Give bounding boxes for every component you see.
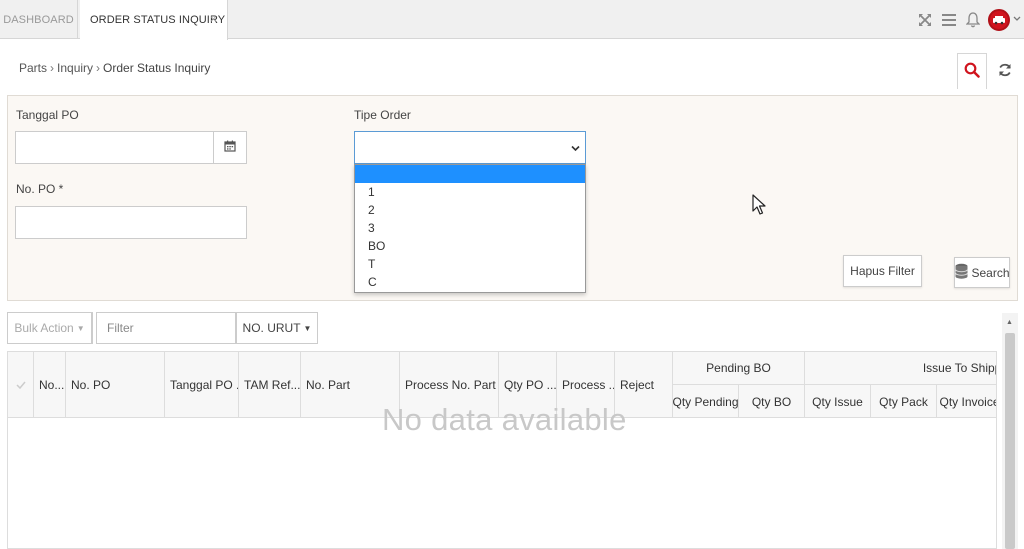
- dropdown-option[interactable]: BO: [355, 237, 585, 255]
- search-toggle-button[interactable]: [957, 53, 987, 89]
- column-header[interactable]: Qty Pending: [673, 385, 739, 418]
- mouse-cursor-icon: [752, 194, 766, 219]
- breadcrumb-current: Order Status Inquiry: [103, 61, 211, 75]
- search-icon: [964, 62, 980, 81]
- select-all-checkbox[interactable]: [8, 352, 34, 418]
- calendar-icon: [224, 140, 236, 155]
- tab-label: ORDER STATUS INQUIRY: [90, 14, 226, 26]
- dropdown-option[interactable]: [355, 165, 585, 183]
- close-icon[interactable]: ×: [210, 12, 217, 26]
- dropdown-option[interactable]: 2: [355, 201, 585, 219]
- chevron-right-icon: ›: [50, 61, 55, 75]
- menu-icon[interactable]: [938, 9, 960, 31]
- bell-icon[interactable]: [962, 9, 984, 31]
- column-header[interactable]: No....: [34, 352, 66, 418]
- tipe-order-select[interactable]: [354, 131, 586, 164]
- search-button-label: Search: [971, 265, 1010, 280]
- tanggal-po-label: Tanggal PO: [16, 108, 79, 122]
- tab-dashboard[interactable]: DASHBOARD: [0, 0, 78, 39]
- tanggal-po-input[interactable]: [15, 131, 214, 164]
- bulk-action-button[interactable]: Bulk Action ▼: [8, 313, 92, 343]
- refresh-icon: [998, 63, 1012, 80]
- column-header[interactable]: TAM Ref...: [239, 352, 301, 418]
- column-header[interactable]: Qty BO: [739, 385, 805, 418]
- table-filter-input[interactable]: Filter: [96, 312, 236, 344]
- dropdown-option[interactable]: C: [355, 273, 585, 291]
- tab-bar: DASHBOARD ORDER STATUS INQUIRY ×: [0, 0, 1024, 40]
- no-po-label: No. PO *: [16, 182, 64, 196]
- search-button[interactable]: Search: [954, 257, 1010, 288]
- dropdown-option[interactable]: T: [355, 255, 585, 273]
- chevron-right-icon: ›: [96, 61, 101, 75]
- column-header[interactable]: Tanggal PO ...: [165, 352, 239, 418]
- column-header[interactable]: No. PO: [66, 352, 165, 418]
- breadcrumb: Parts › Inquiry › Order Status Inquiry: [19, 61, 210, 75]
- bulk-action-group: Bulk Action ▼: [7, 312, 93, 344]
- column-header[interactable]: Qty Pack: [871, 385, 937, 418]
- breadcrumb-inquiry[interactable]: Inquiry: [57, 61, 93, 75]
- database-icon: [954, 263, 969, 283]
- data-table: No.... No. PO Tanggal PO ... TAM Ref... …: [7, 351, 997, 549]
- scrollbar-thumb[interactable]: [1005, 333, 1015, 549]
- column-header[interactable]: Qty Invoice: [937, 385, 996, 418]
- scroll-up-icon[interactable]: ▲: [1006, 319, 1013, 326]
- hapus-filter-button[interactable]: Hapus Filter: [843, 255, 922, 287]
- empty-state-text: No data available: [382, 402, 627, 437]
- column-group-header: Pending BO: [673, 352, 805, 385]
- tab-order-status-inquiry[interactable]: ORDER STATUS INQUIRY ×: [80, 0, 228, 40]
- refresh-button[interactable]: [992, 53, 1018, 89]
- chevron-down-icon: [571, 141, 580, 155]
- tipe-order-label: Tipe Order: [354, 108, 411, 122]
- bulk-action-label: Bulk Action: [14, 321, 74, 335]
- no-po-input[interactable]: [15, 206, 247, 239]
- calendar-button[interactable]: [213, 131, 247, 164]
- breadcrumb-parts[interactable]: Parts: [19, 61, 47, 75]
- dropdown-option[interactable]: 1: [355, 183, 585, 201]
- avatar[interactable]: [988, 8, 1010, 31]
- column-header[interactable]: Qty Issue: [805, 385, 871, 418]
- tipe-order-dropdown: 1 2 3 BO T C: [354, 164, 586, 293]
- column-group-header: Issue To Shippi: [805, 352, 996, 385]
- chevron-down-icon[interactable]: [1010, 14, 1024, 25]
- sort-dropdown-button[interactable]: NO. URUT ▼: [236, 312, 318, 344]
- dropdown-option[interactable]: 3: [355, 219, 585, 237]
- expand-icon[interactable]: [914, 9, 936, 31]
- sort-label: NO. URUT: [242, 321, 301, 335]
- vertical-scrollbar[interactable]: ▲: [1002, 313, 1018, 549]
